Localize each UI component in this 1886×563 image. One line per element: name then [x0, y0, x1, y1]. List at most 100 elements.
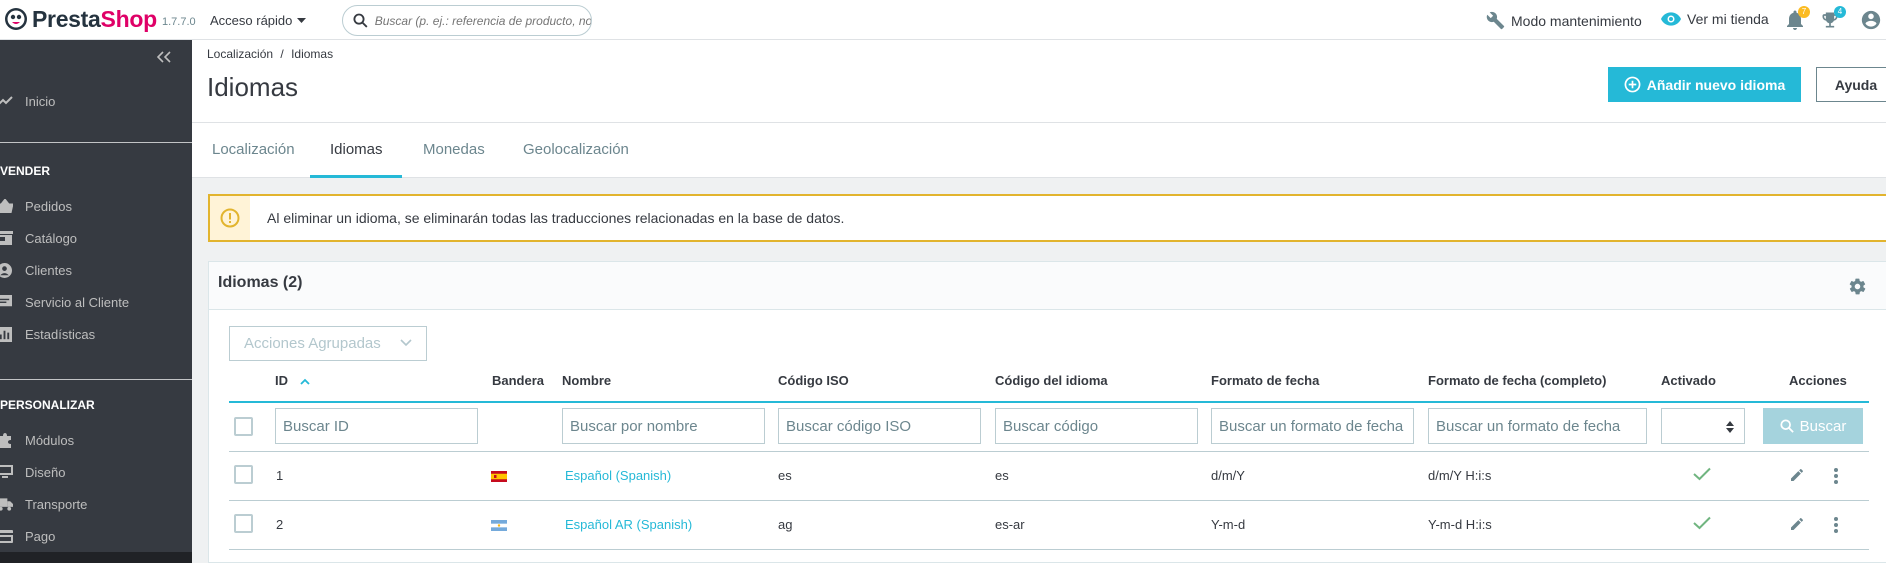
breadcrumb-separator: /: [280, 47, 284, 61]
account-circle-icon: [0, 262, 13, 278]
row-separator: [229, 549, 1869, 550]
top-bar: PrestaShop 1.7.7.0 Acceso rápido Modo ma…: [0, 0, 1886, 40]
column-header-bandera: Bandera: [492, 373, 545, 388]
sidebar-item-clientes[interactable]: Clientes: [0, 259, 72, 281]
cell-name-link[interactable]: Español AR (Spanish): [565, 517, 692, 532]
languages-grid-card: Idiomas (2) Acciones Agrupadas ID Bander…: [208, 261, 1886, 563]
cell-date: Y-m-d: [1211, 517, 1246, 532]
breadcrumb-item-localizacion[interactable]: Localización: [207, 47, 273, 61]
prestashop-logo[interactable]: PrestaShop: [4, 7, 157, 31]
edit-icon[interactable]: [1789, 516, 1805, 532]
gear-icon[interactable]: [1848, 277, 1867, 296]
cell-date-full: d/m/Y H:i:s: [1428, 468, 1492, 483]
warning-alert: Al eliminar un idioma, se eliminarán tod…: [208, 194, 1886, 242]
sidebar-item-modulos[interactable]: Módulos: [0, 429, 74, 451]
view-shop-link[interactable]: Ver mi tienda: [1661, 11, 1769, 27]
tab-monedas[interactable]: Monedas: [423, 141, 485, 158]
filter-date-full-input[interactable]: [1428, 408, 1647, 444]
grid-header: Idiomas (2): [209, 262, 1886, 310]
bar-chart-icon: [0, 326, 13, 342]
filter-code-input[interactable]: [995, 408, 1198, 444]
sidebar-active-item-partial: [0, 552, 192, 563]
search-filter-button[interactable]: Buscar: [1763, 408, 1863, 444]
collapse-sidebar-button[interactable]: [157, 51, 171, 63]
sidebar-item-label: Pago: [25, 528, 56, 544]
sidebar-item-label: Transporte: [25, 496, 88, 512]
bulk-actions-dropdown[interactable]: Acciones Agrupadas: [229, 326, 427, 361]
quick-access-dropdown[interactable]: Acceso rápido: [210, 13, 307, 28]
tab-geolocalizacion[interactable]: Geolocalización: [523, 141, 629, 158]
column-header-activado[interactable]: Activado: [1661, 373, 1716, 388]
sidebar-item-estadisticas[interactable]: Estadísticas: [0, 323, 95, 345]
tab-idiomas[interactable]: Idiomas: [330, 141, 383, 158]
column-label: ID: [275, 373, 288, 388]
help-button[interactable]: Ayuda: [1816, 67, 1886, 102]
account-circle-icon: [1861, 10, 1881, 30]
sidebar-item-pago[interactable]: Pago: [0, 525, 55, 547]
column-header-formato-fecha-completo[interactable]: Formato de fecha (completo): [1428, 373, 1606, 388]
check-icon[interactable]: [1693, 467, 1711, 481]
row-separator: [229, 451, 1869, 452]
search-box[interactable]: [342, 5, 592, 36]
sidebar-section-personalizar: PERSONALIZAR: [0, 398, 95, 412]
shopping-basket-icon: [0, 198, 13, 214]
sidebar-item-pedidos[interactable]: Pedidos: [0, 195, 72, 217]
notifications-button[interactable]: 7: [1786, 6, 1810, 30]
tab-localizacion[interactable]: Localización: [212, 141, 295, 158]
maintenance-mode-link[interactable]: Modo mantenimiento: [1486, 11, 1642, 30]
sidebar-item-servicio-cliente[interactable]: Servicio al Cliente: [0, 291, 129, 313]
sidebar-item-diseno[interactable]: Diseño: [0, 461, 65, 483]
edit-icon[interactable]: [1789, 467, 1805, 483]
add-circle-icon: [1624, 76, 1641, 93]
employee-avatar-button[interactable]: [1860, 9, 1882, 31]
cell-date-full: Y-m-d H:i:s: [1428, 517, 1492, 532]
eye-icon: [1661, 12, 1681, 26]
orders-notifications-button[interactable]: 4: [1820, 6, 1846, 30]
add-new-language-label: Añadir nuevo idioma: [1646, 76, 1786, 93]
filter-iso-input[interactable]: [778, 408, 981, 444]
version-label: 1.7.7.0: [162, 16, 196, 28]
filter-date-input[interactable]: [1211, 408, 1414, 444]
logo-text: PrestaShop: [32, 6, 157, 32]
prestashop-puffin-icon: [5, 8, 27, 30]
maintenance-label: Modo mantenimiento: [1511, 12, 1642, 29]
sort-ascending-icon: [299, 378, 310, 385]
cell-iso: es: [778, 468, 792, 483]
column-header-formato-fecha[interactable]: Formato de fecha: [1211, 373, 1319, 388]
row-checkbox[interactable]: [234, 465, 253, 484]
sidebar-item-catalogo[interactable]: Catálogo: [0, 227, 77, 249]
warning-icon-container: [210, 196, 250, 240]
active-tab-indicator: [310, 175, 402, 178]
column-header-id[interactable]: ID: [275, 373, 310, 388]
trending-up-icon: [0, 93, 13, 109]
header-underline: [229, 401, 1869, 403]
cell-id: 2: [276, 517, 284, 532]
sidebar-item-label: Clientes: [25, 262, 72, 278]
filter-active-select[interactable]: [1661, 408, 1745, 444]
view-shop-label: Ver mi tienda: [1687, 11, 1769, 27]
sidebar-item-inicio[interactable]: Inicio: [0, 90, 55, 112]
chat-icon: [0, 294, 13, 310]
cell-name-link[interactable]: Español (Spanish): [565, 468, 671, 483]
filter-name-input[interactable]: [562, 408, 765, 444]
column-header-codigo-iso[interactable]: Código ISO: [778, 373, 849, 388]
column-header-acciones: Acciones: [1789, 373, 1847, 388]
puzzle-icon: [0, 432, 13, 448]
more-vert-icon[interactable]: [1833, 516, 1839, 534]
filter-id-input[interactable]: [275, 408, 478, 444]
row-separator: [229, 500, 1869, 501]
page-header: Localización / Idiomas Idiomas Añadir nu…: [192, 40, 1886, 122]
column-header-nombre[interactable]: Nombre: [562, 373, 611, 388]
search-icon: [353, 13, 368, 28]
alert-text: Al eliminar un idioma, se eliminarán tod…: [267, 210, 845, 226]
search-input[interactable]: [374, 13, 591, 28]
add-new-language-button[interactable]: Añadir nuevo idioma: [1608, 67, 1801, 102]
row-checkbox[interactable]: [234, 514, 253, 533]
warning-icon: [220, 208, 240, 228]
select-all-checkbox[interactable]: [234, 417, 253, 436]
sidebar-item-transporte[interactable]: Transporte: [0, 493, 87, 515]
column-header-codigo-idioma[interactable]: Código del idioma: [995, 373, 1108, 388]
more-vert-icon[interactable]: [1833, 467, 1839, 485]
check-icon[interactable]: [1693, 516, 1711, 530]
sidebar-item-label: Diseño: [25, 464, 66, 480]
